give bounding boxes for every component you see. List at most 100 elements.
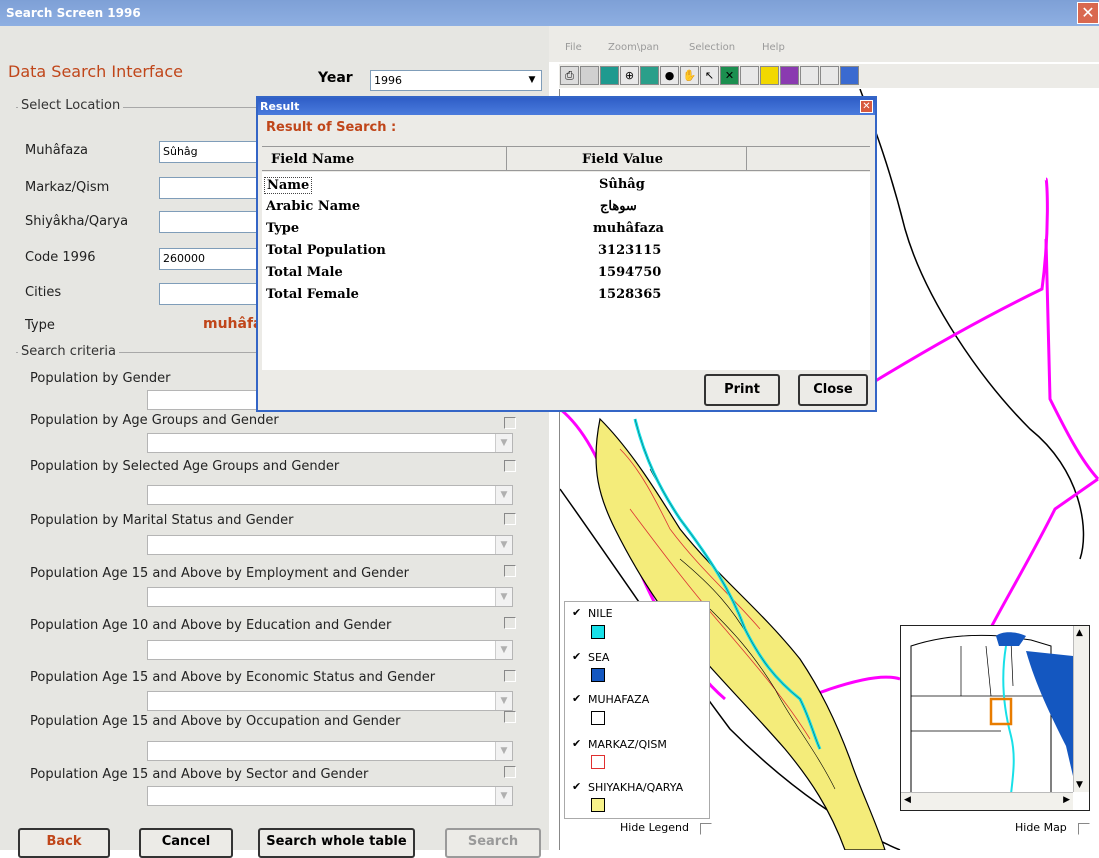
criteria-dropdown[interactable]: ▼ <box>147 433 513 453</box>
row-name-cell: Total Female <box>266 287 359 302</box>
window-titlebar: Search Screen 1996 <box>0 0 1099 26</box>
zoom-full-icon[interactable] <box>580 66 599 85</box>
chevron-down-icon: ▼ <box>495 588 512 606</box>
checkbox-checked-icon: ✔ <box>572 650 582 663</box>
legend-shiyakha-checkbox[interactable]: ✔ <box>572 780 581 793</box>
legend-muhafaza-checkbox[interactable]: ✔ <box>572 692 581 705</box>
row-name-cell: Arabic Name <box>266 199 361 214</box>
criteria-label: Population Age 15 and Above by Economic … <box>30 670 436 685</box>
year-value: 1996 <box>374 74 402 87</box>
year-label: Year <box>318 70 353 86</box>
menu-file[interactable]: File <box>565 42 582 53</box>
column-divider <box>506 147 507 171</box>
checkbox-checked-icon: ✔ <box>572 780 582 793</box>
chevron-down-icon: ▼ <box>495 434 512 452</box>
year-select[interactable]: 1996 ▼ <box>370 70 542 91</box>
menu-selection[interactable]: Selection <box>689 42 735 53</box>
overview-vertical-scrollbar[interactable]: ▲ ▼ <box>1073 626 1089 792</box>
globe-icon[interactable]: ● <box>660 66 679 85</box>
chevron-down-icon: ▼ <box>495 787 512 805</box>
legend-markaz-checkbox[interactable]: ✔ <box>572 737 581 750</box>
criteria-dropdown[interactable]: ▼ <box>147 535 513 555</box>
cities-field[interactable] <box>159 283 259 305</box>
legend-markaz-label: MARKAZ/QISM <box>588 738 667 751</box>
window-close-button[interactable]: ✕ <box>1077 2 1099 24</box>
layer-icon[interactable] <box>760 66 779 85</box>
search-button[interactable]: Search <box>445 828 541 858</box>
legend-sea-label: SEA <box>588 651 610 664</box>
criteria-checkbox[interactable] <box>504 617 516 629</box>
legend-markaz-swatch <box>591 755 605 769</box>
hide-legend-checkbox[interactable] <box>700 823 712 835</box>
help-icon[interactable] <box>840 66 859 85</box>
color-icon[interactable] <box>780 66 799 85</box>
criteria-checkbox[interactable] <box>504 565 516 577</box>
result-table-header: Field Name Field Value <box>262 146 870 171</box>
print-icon[interactable]: ⎙ <box>560 66 579 85</box>
criteria-checkbox[interactable] <box>504 711 516 723</box>
back-button[interactable]: Back <box>18 828 110 858</box>
select-icon[interactable] <box>740 66 759 85</box>
menu-help[interactable]: Help <box>762 42 785 53</box>
window-title: Search Screen 1996 <box>6 6 141 20</box>
legend-sea-checkbox[interactable]: ✔ <box>572 650 581 663</box>
muhafaza-label: Muhâfaza <box>25 143 88 158</box>
criteria-checkbox[interactable] <box>504 417 516 429</box>
pan-hand-icon[interactable]: ✋ <box>680 66 699 85</box>
zoom-in-icon[interactable]: ⊕ <box>620 66 639 85</box>
criteria-dropdown[interactable]: ▼ <box>147 587 513 607</box>
select-location-heading: Select Location <box>18 98 124 113</box>
chevron-down-icon: ▼ <box>495 536 512 554</box>
criteria-label: Population by Marital Status and Gender <box>30 513 294 528</box>
row-value-cell: Sûhâg <box>599 177 645 192</box>
result-dialog-close-button[interactable]: ✕ <box>860 100 873 113</box>
criteria-dropdown[interactable]: ▼ <box>147 786 513 806</box>
criteria-checkbox[interactable] <box>504 460 516 472</box>
row-value-cell: 1528365 <box>598 287 662 302</box>
criteria-checkbox[interactable] <box>504 513 516 525</box>
markaz-field[interactable] <box>159 177 259 199</box>
column-header-field-name: Field Name <box>271 152 355 167</box>
column-header-field-value: Field Value <box>582 152 663 167</box>
criteria-dropdown[interactable] <box>147 390 263 410</box>
muhafaza-field[interactable]: Sûhâg <box>159 141 259 163</box>
legend-muhafaza-swatch <box>591 711 605 725</box>
row-name-cell[interactable]: Name <box>264 177 313 194</box>
menu-zoompan[interactable]: Zoom\pan <box>608 42 659 53</box>
map-toolbar: ⎙ ⊕ ● ✋ ↖ ✕ <box>559 64 1099 88</box>
table-icon[interactable] <box>820 66 839 85</box>
result-dialog-title: Result <box>260 100 300 113</box>
legend-nile-checkbox[interactable]: ✔ <box>572 606 581 619</box>
code-field[interactable]: 260000 <box>159 248 259 270</box>
legend-nile-swatch <box>591 625 605 639</box>
type-label: Type <box>25 318 55 333</box>
overview-horizontal-scrollbar[interactable]: ◀ ▶ <box>901 792 1073 810</box>
clear-selection-icon[interactable]: ✕ <box>720 66 739 85</box>
overview-drawing <box>910 632 1073 794</box>
zoom-out-icon[interactable] <box>640 66 659 85</box>
criteria-checkbox[interactable] <box>504 766 516 778</box>
type-value: muhâfa <box>203 316 263 332</box>
criteria-dropdown[interactable]: ▼ <box>147 640 513 660</box>
overview-map[interactable]: ▲ ▼ ◀ ▶ <box>900 625 1090 811</box>
criteria-dropdown[interactable]: ▼ <box>147 741 513 761</box>
dialog-close-button[interactable]: Close <box>798 374 868 406</box>
checkbox-checked-icon: ✔ <box>572 606 582 619</box>
chevron-down-icon: ▼ <box>495 486 512 504</box>
criteria-dropdown[interactable]: ▼ <box>147 485 513 505</box>
row-value-cell: 1594750 <box>598 265 662 280</box>
cancel-button[interactable]: Cancel <box>139 828 233 858</box>
criteria-dropdown[interactable]: ▼ <box>147 691 513 711</box>
legend-nile-label: NILE <box>588 607 613 620</box>
cities-label: Cities <box>25 285 62 300</box>
search-whole-table-button[interactable]: Search whole table <box>258 828 415 858</box>
copy-icon[interactable] <box>800 66 819 85</box>
criteria-checkbox[interactable] <box>504 670 516 682</box>
criteria-label: Population Age 15 and Above by Employmen… <box>30 566 409 581</box>
zoom-extent-icon[interactable] <box>600 66 619 85</box>
hide-map-checkbox[interactable] <box>1078 823 1090 835</box>
shiyakha-field[interactable] <box>159 211 259 233</box>
print-button[interactable]: Print <box>704 374 780 406</box>
pointer-icon[interactable]: ↖ <box>700 66 719 85</box>
result-heading: Result of Search : <box>266 120 397 135</box>
